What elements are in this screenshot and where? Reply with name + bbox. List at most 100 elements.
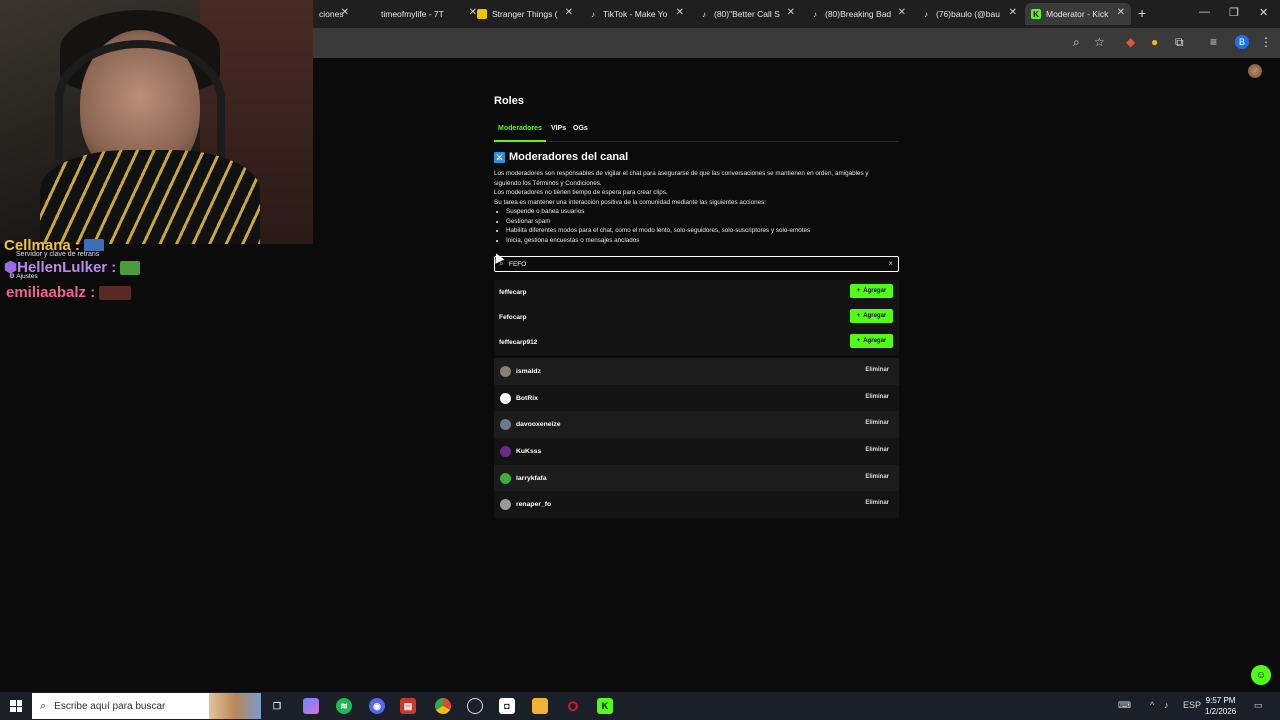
browser-tab[interactable]: ♪ (76)baulo (@bau ✕ xyxy=(915,3,1023,25)
profile-avatar[interactable]: B xyxy=(1235,35,1249,49)
remove-moderator-button[interactable]: Eliminar xyxy=(865,447,889,453)
search-result-row: feffecarp912 + Agregar xyxy=(494,330,899,355)
tab-label: Stranger Things ( xyxy=(492,9,558,19)
app-icon[interactable]: ◘ xyxy=(499,698,515,714)
browser-tab[interactable]: Stranger Things ( ✕ xyxy=(471,3,579,25)
minimize-button[interactable]: — xyxy=(1199,6,1210,18)
avatar xyxy=(500,472,511,484)
task-view-icon[interactable]: ❐ xyxy=(269,698,285,714)
taskbar-clock[interactable]: 9:57 PM 1/2/2026 xyxy=(1205,695,1236,717)
kick-icon: K xyxy=(1031,9,1041,19)
add-label: Agregar xyxy=(863,313,887,319)
moderator-username: KuKsss xyxy=(516,447,542,455)
extension-icon[interactable]: ● xyxy=(1151,35,1158,49)
spotify-icon[interactable]: ≋ xyxy=(336,698,352,714)
zoom-icon[interactable]: ⌕ xyxy=(1073,35,1080,50)
tab-label: (76)baulo (@bau xyxy=(936,9,1000,19)
result-username: feffecarp912 xyxy=(499,339,538,346)
list-item: Suspende o banea usuarios xyxy=(506,207,904,217)
search-input[interactable] xyxy=(509,258,869,270)
window-close-button[interactable]: ✕ xyxy=(1259,6,1268,19)
support-icon: ☺ xyxy=(1255,669,1267,681)
menu-kebab-icon[interactable]: ⋮ xyxy=(1260,35,1272,49)
close-icon[interactable]: ✕ xyxy=(787,7,795,18)
chat-message: Cellmana : xyxy=(4,237,304,251)
clock-date: 1/2/2026 xyxy=(1205,707,1237,716)
keyboard-icon[interactable]: ⌨ xyxy=(1118,700,1131,711)
emote-icon xyxy=(84,239,105,251)
discord-icon[interactable]: ◉ xyxy=(369,698,385,714)
add-moderator-button[interactable]: + Agregar xyxy=(850,334,893,348)
clock-time: 9:57 PM xyxy=(1205,696,1236,705)
tab-label: (80)"Better Call S xyxy=(714,9,780,19)
media-control-icon[interactable]: ≡ xyxy=(1210,35,1217,49)
new-tab-button[interactable]: + xyxy=(1138,5,1146,21)
tab-vips[interactable]: VIPs xyxy=(551,125,566,132)
moderator-username: davooxeneize xyxy=(516,421,561,429)
add-moderator-button[interactable]: + Agregar xyxy=(850,284,893,298)
remove-moderator-button[interactable]: Eliminar xyxy=(865,367,889,373)
settings-menu-item[interactable]: ⚙ Ajustes xyxy=(9,272,38,280)
browser-tab-active[interactable]: K Moderator - Kick ✕ xyxy=(1025,3,1131,25)
close-icon[interactable]: ✕ xyxy=(565,7,573,18)
stranger-things-icon xyxy=(477,9,487,19)
plus-icon: + xyxy=(856,313,861,319)
user-avatar[interactable] xyxy=(1248,64,1262,78)
moderator-username: ismaldz xyxy=(516,367,541,375)
chat-username: emiliaabalz : xyxy=(6,284,96,301)
copilot-icon[interactable] xyxy=(303,698,319,714)
tiktok-icon: ♪ xyxy=(924,9,928,19)
close-icon[interactable]: ✕ xyxy=(898,7,906,18)
result-username: feffecarp xyxy=(499,289,527,296)
webcam-overlay xyxy=(0,0,313,244)
chrome-icon[interactable] xyxy=(435,698,451,714)
search-results: feffecarp + Agregar Fefocarp + Agregar fef… xyxy=(494,280,899,355)
tab-ogs[interactable]: OGs xyxy=(573,125,588,132)
close-icon[interactable]: ✕ xyxy=(341,7,349,18)
file-explorer-icon[interactable] xyxy=(532,698,548,714)
kick-icon[interactable]: K xyxy=(597,698,613,714)
moderators-list: ismaldz Eliminar BotRix Eliminar davooxe… xyxy=(494,358,899,519)
voicemeeter-icon[interactable]: ▤ xyxy=(400,698,416,714)
remove-moderator-button[interactable]: Eliminar xyxy=(865,420,889,426)
chevron-up-icon[interactable]: ^ xyxy=(1150,700,1154,710)
windows-start-icon[interactable] xyxy=(10,700,22,712)
browser-tab[interactable]: timeofmylife - 7T ✕ xyxy=(375,3,483,25)
search-result-row: Fefocarp + Agregar xyxy=(494,305,899,330)
notifications-icon[interactable]: ▭ xyxy=(1254,700,1263,711)
volume-icon[interactable]: ♪ xyxy=(1164,700,1169,710)
bookmark-star-icon[interactable]: ☆ xyxy=(1094,35,1105,49)
maximize-button[interactable]: ❐ xyxy=(1229,6,1239,19)
desc-line: Los moderadores no tienen tiempo de espe… xyxy=(494,189,668,196)
obs-icon[interactable] xyxy=(467,698,483,714)
sword-icon: ⚔ xyxy=(494,151,505,163)
language-indicator[interactable]: ESP xyxy=(1183,700,1201,710)
tab-moderadores[interactable]: Moderadores xyxy=(498,125,542,132)
browser-tab[interactable]: ♪ TikTok - Make Yo ✕ xyxy=(582,3,690,25)
extensions-puzzle-icon[interactable]: ⧉ xyxy=(1175,35,1184,50)
headset-icon xyxy=(55,40,225,160)
opera-icon[interactable]: O xyxy=(565,698,581,714)
remove-moderator-button[interactable]: Eliminar xyxy=(865,474,889,480)
close-icon[interactable]: ✕ xyxy=(1117,7,1125,18)
moderator-row: larrykfafa Eliminar xyxy=(494,464,899,492)
chat-support-button[interactable]: ☺ xyxy=(1251,665,1271,685)
moderator-search: ⌕ × xyxy=(494,256,899,272)
close-icon[interactable]: ✕ xyxy=(676,7,684,18)
search-highlight-image xyxy=(209,693,261,719)
add-moderator-button[interactable]: + Agregar xyxy=(850,309,893,323)
section-title: Moderadores del canal xyxy=(509,151,629,163)
address-bar: ⌕ ☆ ◆ ● ⧉ ≡ B ⋮ xyxy=(313,28,1280,58)
browser-tab[interactable]: ♪ (80)"Better Call S ✕ xyxy=(693,3,801,25)
close-icon[interactable]: ✕ xyxy=(1009,7,1017,18)
extension-icon[interactable]: ◆ xyxy=(1126,35,1135,49)
avatar xyxy=(500,419,511,431)
moderator-username: larrykfafa xyxy=(516,474,547,482)
remove-moderator-button[interactable]: Eliminar xyxy=(865,500,889,506)
remove-moderator-button[interactable]: Eliminar xyxy=(865,394,889,400)
clear-search-button[interactable]: × xyxy=(888,259,893,268)
taskbar-search[interactable]: ⌕ Escribe aquí para buscar xyxy=(32,693,261,719)
browser-tab[interactable]: ciones ✕ xyxy=(313,3,355,25)
page-title: Roles xyxy=(494,95,524,107)
browser-tab[interactable]: ♪ (80)Breaking Bad ✕ xyxy=(804,3,912,25)
